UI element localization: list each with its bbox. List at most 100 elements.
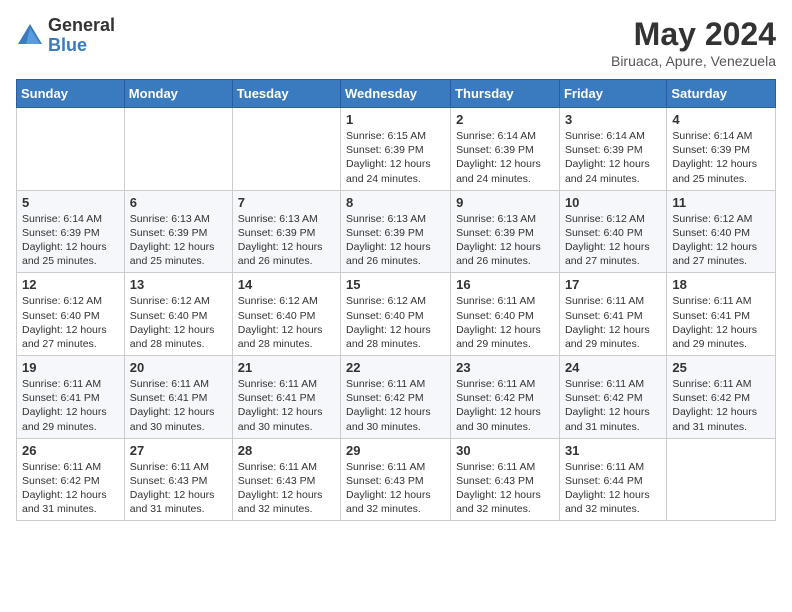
day-info: Sunrise: 6:13 AM Sunset: 6:39 PM Dayligh… (456, 212, 554, 269)
calendar-cell: 29 Sunrise: 6:11 AM Sunset: 6:43 PM Dayli… (341, 438, 451, 521)
day-number: 11 (672, 195, 770, 210)
day-number: 1 (346, 112, 445, 127)
calendar-cell: 13Sunrise: 6:12 AM Sunset: 6:40 PM Dayli… (124, 273, 232, 356)
day-info: Sunrise: 6:12 AM Sunset: 6:40 PM Dayligh… (130, 294, 227, 351)
day-info: Sunrise: 6:11 AM Sunset: 6:42 PM Dayligh… (672, 377, 770, 434)
day-number: 20 (130, 360, 227, 375)
calendar-cell: 27 Sunrise: 6:11 AM Sunset: 6:43 PM Dayli… (124, 438, 232, 521)
day-number: 2 (456, 112, 554, 127)
calendar-cell: 15 Sunrise: 6:12 AM Sunset: 6:40 PM Dayli… (341, 273, 451, 356)
calendar-week-row: 5 Sunrise: 6:14 AM Sunset: 6:39 PM Daylig… (17, 190, 776, 273)
calendar-header-thursday: Thursday (451, 80, 560, 108)
day-number: 6 (130, 195, 227, 210)
logo-general: General (48, 16, 115, 36)
day-info: Sunrise: 6:14 AM Sunset: 6:39 PM Dayligh… (456, 129, 554, 186)
calendar-week-row: 26 Sunrise: 6:11 AM Sunset: 6:42 PM Dayli… (17, 438, 776, 521)
logo-icon (16, 22, 44, 50)
day-info: Sunrise: 6:11 AM Sunset: 6:43 PM Dayligh… (130, 460, 227, 517)
calendar-cell: 19Sunrise: 6:11 AM Sunset: 6:41 PM Dayli… (17, 356, 125, 439)
calendar-cell: 8Sunrise: 6:13 AM Sunset: 6:39 PM Daylig… (341, 190, 451, 273)
logo-text: General Blue (48, 16, 115, 56)
calendar-cell: 3 Sunrise: 6:14 AM Sunset: 6:39 PM Daylig… (559, 108, 666, 191)
calendar-cell: 20 Sunrise: 6:11 AM Sunset: 6:41 PM Dayli… (124, 356, 232, 439)
day-info: Sunrise: 6:13 AM Sunset: 6:39 PM Dayligh… (238, 212, 335, 269)
calendar-cell: 9 Sunrise: 6:13 AM Sunset: 6:39 PM Daylig… (451, 190, 560, 273)
day-info: Sunrise: 6:12 AM Sunset: 6:40 PM Dayligh… (238, 294, 335, 351)
calendar-cell: 21 Sunrise: 6:11 AM Sunset: 6:41 PM Dayli… (232, 356, 340, 439)
day-number: 8 (346, 195, 445, 210)
month-year: May 2024 (611, 16, 776, 53)
day-number: 30 (456, 443, 554, 458)
day-number: 22 (346, 360, 445, 375)
calendar-table: SundayMondayTuesdayWednesdayThursdayFrid… (16, 79, 776, 521)
day-number: 12 (22, 277, 119, 292)
day-info: Sunrise: 6:11 AM Sunset: 6:40 PM Dayligh… (456, 294, 554, 351)
day-info: Sunrise: 6:11 AM Sunset: 6:44 PM Dayligh… (565, 460, 661, 517)
logo-blue: Blue (48, 36, 115, 56)
day-number: 27 (130, 443, 227, 458)
day-info: Sunrise: 6:12 AM Sunset: 6:40 PM Dayligh… (22, 294, 119, 351)
calendar-cell (124, 108, 232, 191)
day-info: Sunrise: 6:14 AM Sunset: 6:39 PM Dayligh… (565, 129, 661, 186)
day-info: Sunrise: 6:11 AM Sunset: 6:43 PM Dayligh… (456, 460, 554, 517)
calendar-cell: 11 Sunrise: 6:12 AM Sunset: 6:40 PM Dayli… (667, 190, 776, 273)
day-info: Sunrise: 6:15 AM Sunset: 6:39 PM Dayligh… (346, 129, 445, 186)
day-info: Sunrise: 6:11 AM Sunset: 6:41 PM Dayligh… (22, 377, 119, 434)
day-info: Sunrise: 6:11 AM Sunset: 6:42 PM Dayligh… (22, 460, 119, 517)
day-number: 9 (456, 195, 554, 210)
day-number: 14 (238, 277, 335, 292)
page-header: General Blue May 2024 Biruaca, Apure, Ve… (16, 16, 776, 69)
day-number: 5 (22, 195, 119, 210)
day-number: 21 (238, 360, 335, 375)
day-info: Sunrise: 6:11 AM Sunset: 6:41 PM Dayligh… (130, 377, 227, 434)
calendar-header-friday: Friday (559, 80, 666, 108)
calendar-cell (17, 108, 125, 191)
calendar-header-row: SundayMondayTuesdayWednesdayThursdayFrid… (17, 80, 776, 108)
calendar-cell (667, 438, 776, 521)
calendar-cell: 14 Sunrise: 6:12 AM Sunset: 6:40 PM Dayli… (232, 273, 340, 356)
calendar-cell (232, 108, 340, 191)
calendar-cell: 1 Sunrise: 6:15 AM Sunset: 6:39 PM Daylig… (341, 108, 451, 191)
calendar-cell: 17Sunrise: 6:11 AM Sunset: 6:41 PM Dayli… (559, 273, 666, 356)
day-info: Sunrise: 6:11 AM Sunset: 6:41 PM Dayligh… (565, 294, 661, 351)
day-info: Sunrise: 6:13 AM Sunset: 6:39 PM Dayligh… (130, 212, 227, 269)
day-info: Sunrise: 6:12 AM Sunset: 6:40 PM Dayligh… (346, 294, 445, 351)
calendar-header-monday: Monday (124, 80, 232, 108)
calendar-cell: 22 Sunrise: 6:11 AM Sunset: 6:42 PM Dayli… (341, 356, 451, 439)
day-number: 23 (456, 360, 554, 375)
day-number: 3 (565, 112, 661, 127)
calendar-cell: 25 Sunrise: 6:11 AM Sunset: 6:42 PM Dayli… (667, 356, 776, 439)
calendar-cell: 7 Sunrise: 6:13 AM Sunset: 6:39 PM Daylig… (232, 190, 340, 273)
day-number: 16 (456, 277, 554, 292)
logo: General Blue (16, 16, 115, 56)
calendar-header-saturday: Saturday (667, 80, 776, 108)
day-number: 26 (22, 443, 119, 458)
calendar-cell: 30 Sunrise: 6:11 AM Sunset: 6:43 PM Dayli… (451, 438, 560, 521)
location: Biruaca, Apure, Venezuela (611, 53, 776, 69)
day-info: Sunrise: 6:14 AM Sunset: 6:39 PM Dayligh… (672, 129, 770, 186)
day-number: 31 (565, 443, 661, 458)
calendar-header-tuesday: Tuesday (232, 80, 340, 108)
day-number: 7 (238, 195, 335, 210)
calendar-header-sunday: Sunday (17, 80, 125, 108)
day-number: 24 (565, 360, 661, 375)
day-number: 25 (672, 360, 770, 375)
day-info: Sunrise: 6:12 AM Sunset: 6:40 PM Dayligh… (672, 212, 770, 269)
day-number: 10 (565, 195, 661, 210)
day-info: Sunrise: 6:11 AM Sunset: 6:41 PM Dayligh… (238, 377, 335, 434)
day-info: Sunrise: 6:11 AM Sunset: 6:41 PM Dayligh… (672, 294, 770, 351)
calendar-cell: 12 Sunrise: 6:12 AM Sunset: 6:40 PM Dayli… (17, 273, 125, 356)
day-info: Sunrise: 6:14 AM Sunset: 6:39 PM Dayligh… (22, 212, 119, 269)
day-number: 4 (672, 112, 770, 127)
calendar-week-row: 1 Sunrise: 6:15 AM Sunset: 6:39 PM Daylig… (17, 108, 776, 191)
calendar-cell: 18Sunrise: 6:11 AM Sunset: 6:41 PM Dayli… (667, 273, 776, 356)
calendar-cell: 10Sunrise: 6:12 AM Sunset: 6:40 PM Dayli… (559, 190, 666, 273)
day-number: 29 (346, 443, 445, 458)
day-info: Sunrise: 6:11 AM Sunset: 6:42 PM Dayligh… (456, 377, 554, 434)
day-info: Sunrise: 6:11 AM Sunset: 6:42 PM Dayligh… (346, 377, 445, 434)
day-info: Sunrise: 6:11 AM Sunset: 6:43 PM Dayligh… (346, 460, 445, 517)
calendar-cell: 16 Sunrise: 6:11 AM Sunset: 6:40 PM Dayli… (451, 273, 560, 356)
day-number: 28 (238, 443, 335, 458)
calendar-header-wednesday: Wednesday (341, 80, 451, 108)
day-number: 15 (346, 277, 445, 292)
